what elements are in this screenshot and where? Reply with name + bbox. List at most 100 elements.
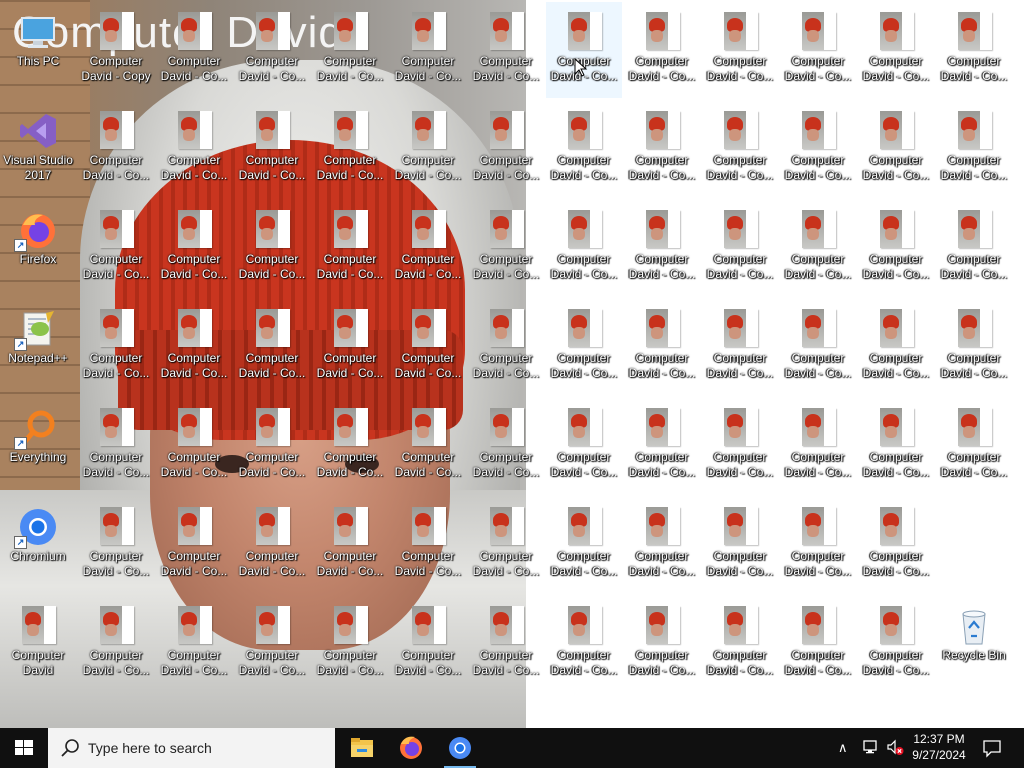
computer-david-copy-file[interactable]: Computer David - Co... <box>468 596 544 692</box>
show-hidden-icons-chevron-icon[interactable]: ∧ <box>838 740 848 756</box>
desktop[interactable]: Computer David This PCVisual Studio2017↗… <box>0 0 1024 728</box>
firefox-desktop-icon[interactable]: ↗ Firefox <box>0 200 76 296</box>
computer-david-copy-file[interactable]: Computer David - Co... <box>156 101 232 197</box>
computer-david-copy-file[interactable]: Computer David - Co... <box>702 596 778 692</box>
computer-david-copy-file[interactable]: Computer David - Co... <box>624 497 700 593</box>
computer-david-copy-file[interactable]: Computer David - Co... <box>858 596 934 692</box>
computer-david-copy-file[interactable]: Computer David - Co... <box>546 497 622 593</box>
computer-david-copy-file[interactable]: Computer David - Co... <box>624 398 700 494</box>
computer-david-copy-file[interactable]: Computer David - Co... <box>78 299 154 395</box>
computer-david-copy-file[interactable]: Computer David - Co... <box>936 200 1012 296</box>
computer-david-copy-file[interactable]: Computer David - Co... <box>312 497 388 593</box>
this-pc-desktop-icon[interactable]: This PC <box>0 2 76 98</box>
computer-david-copy-file[interactable]: Computer David - Co... <box>78 497 154 593</box>
taskbar-search-box[interactable]: Type here to search <box>48 728 335 768</box>
computer-david-copy-file[interactable]: Computer David - Co... <box>702 497 778 593</box>
computer-david-copy-file[interactable]: Computer David - Co... <box>390 596 466 692</box>
computer-david-copy-file[interactable]: Computer David - Co... <box>702 398 778 494</box>
computer-david-copy-file[interactable]: Computer David - Co... <box>312 200 388 296</box>
computer-david-copy-file[interactable]: Computer David - Co... <box>156 596 232 692</box>
computer-david-copy-file[interactable]: Computer David - Co... <box>156 2 232 98</box>
computer-david-copy-file[interactable]: Computer David - Co... <box>156 398 232 494</box>
computer-david-copy-file[interactable]: Computer David - Co... <box>390 398 466 494</box>
computer-david-copy-file[interactable]: Computer David - Co... <box>234 200 310 296</box>
computer-david-copy-file[interactable]: Computer David - Co... <box>390 2 466 98</box>
computer-david-copy-file[interactable]: Computer David - Co... <box>936 2 1012 98</box>
computer-david-copy-file[interactable]: Computer David - Co... <box>312 398 388 494</box>
volume-muted-icon[interactable] <box>886 738 904 756</box>
computer-david-copy-file[interactable]: Computer David - Co... <box>156 299 232 395</box>
computer-david-copy-file[interactable]: Computer David - Co... <box>936 299 1012 395</box>
taskbar-clock[interactable]: 12:37 PM 9/27/2024 <box>908 731 970 763</box>
computer-david-copy-file[interactable]: Computer David - Co... <box>234 2 310 98</box>
computer-david-copy-file[interactable]: Computer David - Co... <box>780 200 856 296</box>
chromium-desktop-icon[interactable]: ↗ Chromium <box>0 497 76 593</box>
computer-david-copy-file[interactable]: Computer David - Co... <box>312 596 388 692</box>
computer-david-copy-file[interactable]: Computer David - Co... <box>546 596 622 692</box>
firefox-taskbar-button[interactable] <box>387 728 435 768</box>
recycle-bin-desktop-icon[interactable]: Recycle Bin <box>936 596 1012 692</box>
computer-david-copy-file[interactable]: Computer David - Co... <box>78 101 154 197</box>
computer-david-copy-file[interactable]: Computer David - Co... <box>780 101 856 197</box>
computer-david-copy-file[interactable]: Computer David - Co... <box>546 299 622 395</box>
computer-david-copy-file[interactable]: Computer David - Co... <box>468 200 544 296</box>
computer-david-copy-file[interactable]: Computer David - Co... <box>858 497 934 593</box>
computer-david-copy-file[interactable]: Computer David - Co... <box>858 299 934 395</box>
computer-david-copy-file[interactable]: Computer David - Co... <box>156 200 232 296</box>
computer-david-copy-file[interactable]: Computer David - Co... <box>468 299 544 395</box>
computer-david-copy-file[interactable]: Computer David - Co... <box>234 398 310 494</box>
computer-david-copy-file[interactable]: Computer David - Co... <box>780 398 856 494</box>
computer-david-copy-file[interactable]: Computer David - Co... <box>624 596 700 692</box>
computer-david-copy-file[interactable]: Computer David - Co... <box>390 299 466 395</box>
chromium-taskbar-button[interactable] <box>436 728 484 768</box>
visual-studio-desktop-icon[interactable]: Visual Studio 2017 <box>0 101 76 197</box>
computer-david-copy-file[interactable]: Computer David - Co... <box>78 200 154 296</box>
computer-david-copy-file[interactable]: Computer David - Co... <box>468 101 544 197</box>
computer-david-copy-file[interactable]: Computer David - Co... <box>78 398 154 494</box>
computer-david-copy-file[interactable]: Computer David - Copy <box>78 2 154 98</box>
computer-david-copy-file[interactable]: Computer David - Co... <box>858 101 934 197</box>
start-button[interactable] <box>0 728 48 768</box>
computer-david-copy-file[interactable]: Computer David - Co... <box>858 200 934 296</box>
computer-david-copy-file[interactable]: Computer David - Co... <box>390 200 466 296</box>
computer-david-copy-file[interactable]: Computer David - Co... <box>858 2 934 98</box>
computer-david-copy-file[interactable]: Computer David - Co... <box>234 299 310 395</box>
notepad-plus-plus-desktop-icon[interactable]: ↗ Notepad++ <box>0 299 76 395</box>
everything-desktop-icon[interactable]: ↗ Everything <box>0 398 76 494</box>
computer-david-copy-file[interactable]: Computer David - Co... <box>624 101 700 197</box>
computer-david-copy-file[interactable]: Computer David - Co... <box>780 299 856 395</box>
computer-david-copy-file[interactable]: Computer David - Co... <box>546 200 622 296</box>
computer-david-copy-file[interactable]: Computer David - Co... <box>234 497 310 593</box>
computer-david-copy-file[interactable]: Computer David - Co... <box>390 497 466 593</box>
computer-david-copy-file[interactable]: Computer David - Co... <box>312 101 388 197</box>
computer-david-copy-file[interactable]: Computer David - Co... <box>624 2 700 98</box>
computer-david-copy-file[interactable]: Computer David - Co... <box>858 398 934 494</box>
computer-david-copy-file[interactable]: Computer David - Co... <box>936 398 1012 494</box>
action-center-notification-icon[interactable] <box>982 738 1002 758</box>
computer-david-copy-file[interactable]: Computer David - Co... <box>702 2 778 98</box>
computer-david-copy-file[interactable]: Computer David - Co... <box>156 497 232 593</box>
computer-david-copy-file[interactable]: Computer David - Co... <box>390 101 466 197</box>
computer-david-copy-file[interactable]: Computer David - Co... <box>234 101 310 197</box>
computer-david-copy-file[interactable]: Computer David - Co... <box>468 398 544 494</box>
computer-david-copy-file[interactable]: Computer David - Co... <box>624 299 700 395</box>
computer-david-copy-file[interactable]: Computer David - Co... <box>546 398 622 494</box>
computer-david-copy-file[interactable]: Computer David - Co... <box>312 299 388 395</box>
computer-david-copy-file[interactable]: Computer David - Co... <box>546 2 622 98</box>
computer-david-copy-file[interactable]: Computer David - Co... <box>312 2 388 98</box>
computer-david-copy-file[interactable]: Computer David - Co... <box>702 299 778 395</box>
computer-david-copy-file[interactable]: Computer David - Co... <box>78 596 154 692</box>
computer-david-copy-file[interactable]: Computer David - Co... <box>780 497 856 593</box>
computer-david-copy-file[interactable]: Computer David - Co... <box>468 2 544 98</box>
computer-david-copy-file[interactable]: Computer David - Co... <box>702 101 778 197</box>
computer-david-copy-file[interactable]: Computer David - Co... <box>780 596 856 692</box>
file-explorer-taskbar-button[interactable] <box>338 728 386 768</box>
computer-david-copy-file[interactable]: Computer David - Co... <box>702 200 778 296</box>
computer-david-copy-file[interactable]: Computer David - Co... <box>624 200 700 296</box>
computer-david-file-desktop-icon[interactable]: Computer David <box>0 596 76 692</box>
computer-david-copy-file[interactable]: Computer David - Co... <box>234 596 310 692</box>
network-icon[interactable] <box>862 738 880 756</box>
computer-david-copy-file[interactable]: Computer David - Co... <box>936 101 1012 197</box>
computer-david-copy-file[interactable]: Computer David - Co... <box>780 2 856 98</box>
computer-david-copy-file[interactable]: Computer David - Co... <box>546 101 622 197</box>
